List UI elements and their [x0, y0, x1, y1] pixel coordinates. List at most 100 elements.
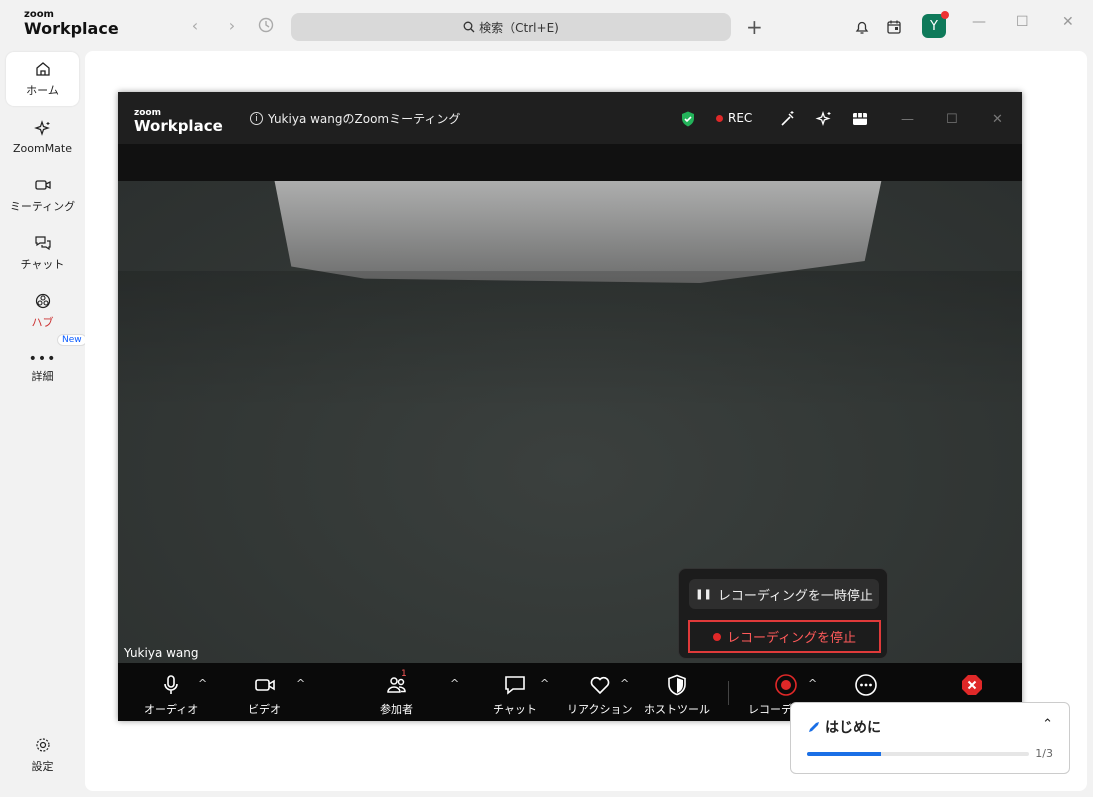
participants-options-caret-icon[interactable]: ^ [450, 677, 459, 690]
chat-bubble-icon [505, 676, 525, 695]
meeting-top-strip [118, 144, 1022, 181]
pause-icon: ❚❚ [695, 588, 712, 600]
meeting-minimize-icon[interactable]: — [901, 112, 914, 127]
meeting-info[interactable]: i Yukiya wangのZoomミーティング [250, 110, 460, 127]
rec-dot-icon [716, 114, 723, 122]
apps-icon[interactable] [851, 110, 869, 128]
host-tools-label: ホストツール [644, 703, 710, 716]
getting-started-title: はじめに [825, 720, 881, 736]
history-icon[interactable] [256, 16, 276, 36]
sidebar-item-hub[interactable]: ハブ [6, 284, 79, 338]
chat-button[interactable]: チャット [493, 673, 537, 717]
participants-label: 参加者 [380, 703, 413, 716]
forward-icon[interactable]: › [222, 16, 242, 36]
more-icon: ••• [28, 351, 57, 367]
stop-recording-button[interactable]: レコーディングを停止 [688, 620, 881, 653]
calendar-icon[interactable] [883, 16, 905, 38]
reactions-options-caret-icon[interactable]: ^ [620, 677, 629, 690]
getting-started-title-row: はじめに [807, 717, 881, 737]
participants-button[interactable]: 1 参加者 [380, 669, 413, 717]
meeting-logo: zoom Workplace [134, 109, 223, 134]
gear-icon [35, 738, 50, 752]
info-icon: i [250, 112, 263, 125]
progress-fill [807, 752, 881, 756]
avatar[interactable]: Y [922, 11, 949, 38]
sidebar-item-more[interactable]: ••• New 詳細 [6, 334, 87, 396]
sparkle-icon [33, 119, 50, 136]
sidebar-item-settings[interactable]: 設定 [6, 728, 79, 782]
stop-recording-label: レコーディングを停止 [726, 631, 857, 646]
rec-label: REC [728, 111, 753, 125]
host-shield-icon [668, 674, 686, 696]
rocket-icon [809, 722, 819, 732]
pause-recording-button[interactable]: ❚❚ レコーディングを一時停止 [689, 579, 879, 609]
back-icon[interactable]: ‹ [185, 16, 205, 36]
pause-recording-label: レコーディングを一時停止 [717, 588, 873, 604]
search-icon [463, 21, 475, 33]
more-circle-icon [855, 674, 877, 696]
minimize-icon[interactable]: — [972, 14, 986, 30]
logo-line2: Workplace [24, 19, 119, 38]
bell-icon[interactable] [851, 16, 873, 38]
sidebar-item-chat[interactable]: チャット [6, 226, 79, 280]
hub-icon [35, 293, 50, 309]
video-button[interactable]: ビデオ [248, 673, 281, 717]
video-background-object [273, 181, 883, 283]
maximize-icon[interactable]: ☐ [1016, 14, 1029, 30]
close-icon[interactable]: ✕ [1062, 14, 1074, 30]
getting-started-panel[interactable]: はじめに ⌃ 1/3 [790, 702, 1070, 774]
search-bar[interactable]: 検索（Ctrl+E) [291, 13, 731, 41]
meeting-maximize-icon[interactable]: ☐ [946, 112, 958, 127]
reactions-label: リアクション [567, 703, 633, 716]
sidebar-item-label: ホーム [26, 84, 59, 97]
meeting-close-icon[interactable]: ✕ [992, 112, 1003, 127]
video-options-caret-icon[interactable]: ^ [296, 677, 305, 690]
participants-count: 1 [401, 669, 407, 679]
ai-companion-icon[interactable] [815, 110, 833, 128]
sidebar-item-home[interactable]: ホーム [6, 52, 79, 106]
avatar-initial: Y [930, 18, 938, 34]
heart-icon [590, 676, 610, 695]
new-badge: New [57, 334, 87, 346]
search-placeholder: 検索（Ctrl+E) [479, 20, 559, 35]
end-icon [962, 675, 982, 695]
camera-status-icon [941, 11, 949, 19]
collapse-chevron-icon[interactable]: ⌃ [1042, 717, 1053, 732]
shield-icon[interactable] [679, 110, 697, 128]
chat-options-caret-icon[interactable]: ^ [540, 677, 549, 690]
home-icon [35, 62, 50, 76]
app-logo: zoom Workplace [24, 10, 119, 37]
sidebar-item-label: チャット [20, 258, 65, 271]
audio-button[interactable]: オーディオ [144, 673, 198, 717]
meeting-title-bar: zoom Workplace i Yukiya wangのZoomミーティング … [118, 92, 1022, 144]
audio-options-caret-icon[interactable]: ^ [198, 677, 207, 690]
sidebar: ホーム ZoomMate ミーティング チャット ハブ ••• New 詳細 設… [0, 50, 87, 797]
meeting-window: zoom Workplace i Yukiya wangのZoomミーティング … [118, 92, 1022, 721]
meeting-logo-line2: Workplace [134, 117, 223, 135]
sidebar-item-label: ZoomMate [12, 141, 73, 155]
video-icon [34, 180, 51, 190]
recording-menu: ❚❚ レコーディングを一時停止 レコーディングを停止 [678, 568, 888, 659]
video-label: ビデオ [248, 703, 281, 716]
audio-label: オーディオ [144, 703, 199, 716]
participant-name-label: Yukiya wang [124, 646, 199, 660]
sidebar-item-label: ハブ [31, 316, 54, 329]
sidebar-item-label: ミーティング [9, 200, 76, 213]
progress-count: 1/3 [1035, 747, 1053, 760]
stop-icon [712, 632, 721, 641]
magic-wand-icon[interactable] [779, 110, 797, 128]
toolbar-divider [728, 681, 729, 705]
microphone-icon [164, 675, 178, 694]
sidebar-item-label: 設定 [31, 760, 54, 773]
meeting-title: Yukiya wangのZoomミーティング [268, 112, 461, 126]
chat-icon [34, 236, 51, 251]
plus-icon[interactable]: + [746, 15, 763, 39]
sidebar-item-zoommate[interactable]: ZoomMate [6, 110, 79, 164]
host-tools-button[interactable]: ホストツール [644, 673, 710, 717]
sidebar-item-label: 詳細 [31, 370, 54, 383]
recording-options-caret-icon[interactable]: ^ [808, 677, 817, 690]
rec-indicator[interactable]: REC [716, 111, 752, 125]
getting-started-progress [807, 752, 1029, 756]
sidebar-item-meetings[interactable]: ミーティング [6, 168, 79, 222]
chat-label: チャット [493, 703, 537, 716]
